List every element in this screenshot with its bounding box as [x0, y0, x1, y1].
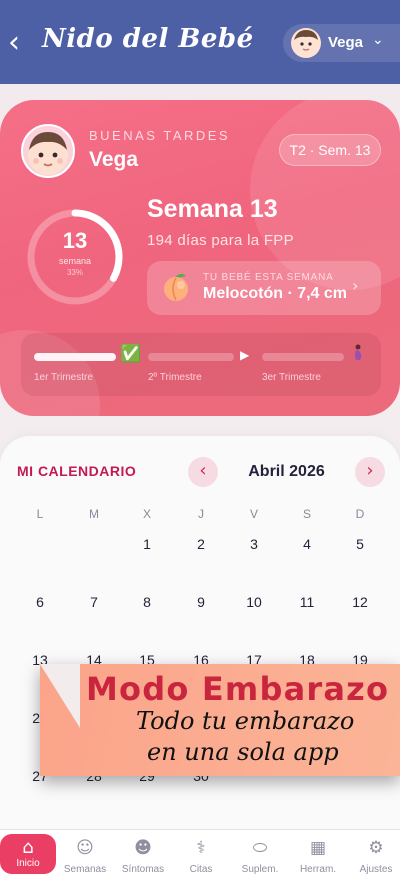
user-name-heading: Vega [89, 148, 139, 171]
weekday-header: X [142, 507, 151, 521]
calendar-day[interactable]: 3 [234, 536, 274, 552]
smiley-icon: ☻ [134, 838, 152, 858]
check-icon: ✅ [120, 344, 142, 364]
calendar-day[interactable]: 1 [127, 536, 167, 552]
nav-citas[interactable]: ⚕ Citas [176, 836, 226, 882]
nav-inicio[interactable]: ⌂ Inicio [0, 834, 56, 874]
trimester-progress: ✅ ▶ 1er Trimestre 2º Trimestre 3er Trime… [21, 333, 381, 396]
peach-icon [164, 274, 188, 301]
calendar-day[interactable]: 6 [20, 594, 60, 610]
nav-sintomas[interactable]: ☻ Síntomas [118, 836, 168, 882]
weekday-header: V [249, 507, 258, 521]
calendar-day[interactable]: 9 [181, 594, 221, 610]
chevron-left-icon[interactable]: ‹ [4, 26, 24, 60]
nav-suplementos[interactable]: ⬭ Suplem. [235, 836, 285, 882]
calendar-day[interactable]: 8 [127, 594, 167, 610]
calendar-day[interactable]: 4 [287, 536, 327, 552]
days-to-due-date: 194 días para la FPP [147, 232, 294, 249]
nav-label: Síntomas [121, 864, 165, 875]
banner-notch [40, 664, 80, 728]
trimester-1-bar [34, 353, 116, 361]
nav-ajustes[interactable]: ⚙ Ajustes [351, 836, 400, 882]
weekday-header: J [198, 507, 204, 521]
baby-face-icon [28, 132, 68, 175]
avatar[interactable] [21, 124, 75, 178]
trimester-2-label: 2º Trimestre [148, 372, 202, 383]
calendar-month: Abril 2026 [248, 463, 325, 480]
trimester-1-label: 1er Trimestre [34, 372, 93, 383]
trimester-3-label: 3er Trimestre [262, 372, 321, 383]
nav-label: Suplem. [241, 864, 279, 875]
nav-label: Inicio [16, 858, 40, 869]
weekday-header: D [355, 507, 365, 521]
user-switcher[interactable]: Vega ⌄ [283, 24, 400, 62]
baby-face-avatar [291, 28, 321, 58]
calendar-day[interactable]: 7 [74, 594, 114, 610]
calendar-day[interactable]: 2 [181, 536, 221, 552]
nav-label: Semanas [63, 864, 107, 875]
baby-size-label: TU BEBÉ ESTA SEMANA [203, 272, 334, 283]
user-name: Vega [328, 34, 364, 51]
stethoscope-icon: ⚕ [196, 838, 206, 858]
trimester-3-bar [262, 353, 344, 361]
banner-subtitle-line-1: Todo tu embarazo [136, 707, 355, 735]
pregnant-icon [355, 344, 362, 360]
calendar-day[interactable]: 5 [340, 536, 380, 552]
week-title: Semana 13 [147, 195, 278, 223]
weekday-header: S [302, 507, 311, 521]
previous-month-button[interactable]: ‹ [188, 457, 218, 487]
promo-banner: Modo Embarazo Todo tu embarazo en una so… [40, 664, 400, 776]
trimester-2-bar [148, 353, 234, 361]
greeting: BUENAS TARDES [89, 128, 231, 143]
play-icon: ▶ [240, 348, 250, 362]
calendar-card: MI CALENDARIO ‹ Abril 2026 › LMXJVSD1234… [0, 436, 400, 836]
nav-herramientas[interactable]: ▦ Herram. [293, 836, 343, 882]
nav-label: Citas [189, 864, 213, 875]
ring-label: semana [58, 256, 92, 266]
bottom-nav: ☺ Semanas ☻ Síntomas ⚕ Citas ⬭ Suplem. ▦… [0, 829, 400, 888]
gear-icon: ⚙ [368, 838, 384, 858]
nav-semanas[interactable]: ☺ Semanas [60, 836, 110, 882]
trimester-badge: T2 · Sem. 13 [279, 134, 381, 166]
chevron-down-icon: ⌄ [372, 32, 384, 48]
baby-icon: ☺ [76, 838, 94, 858]
ring-percent: 33% [66, 268, 83, 277]
calendar-day[interactable]: 11 [287, 594, 327, 610]
chevron-right-icon: › [352, 276, 359, 295]
calendar-title: MI CALENDARIO [17, 463, 137, 479]
grid-icon: ▦ [309, 838, 327, 858]
app-title: Nido del Bebé [42, 24, 254, 54]
baby-size-value: Melocotón · 7,4 cm [203, 285, 348, 302]
next-month-button[interactable]: › [355, 457, 385, 487]
nav-label: Ajustes [359, 864, 393, 875]
weekday-header: L [36, 507, 44, 521]
weekday-header: M [89, 507, 99, 521]
current-week-number: 13 [62, 228, 88, 253]
banner-subtitle-line-2: en una sola app [147, 738, 339, 766]
calendar-day[interactable]: 12 [340, 594, 380, 610]
pregnancy-hero-card: BUENAS TARDES Vega T2 · Sem. 13 13 seman… [0, 100, 400, 416]
app-header: ‹ Nido del Bebé Vega ⌄ [0, 0, 400, 84]
banner-title: Modo Embarazo [86, 670, 390, 708]
calendar-day[interactable]: 10 [234, 594, 274, 610]
home-icon: ⌂ [22, 837, 34, 858]
baby-size-card[interactable]: TU BEBÉ ESTA SEMANA Melocotón · 7,4 cm › [147, 261, 381, 315]
pill-icon: ⬭ [252, 838, 268, 858]
nav-label: Herram. [299, 864, 337, 875]
